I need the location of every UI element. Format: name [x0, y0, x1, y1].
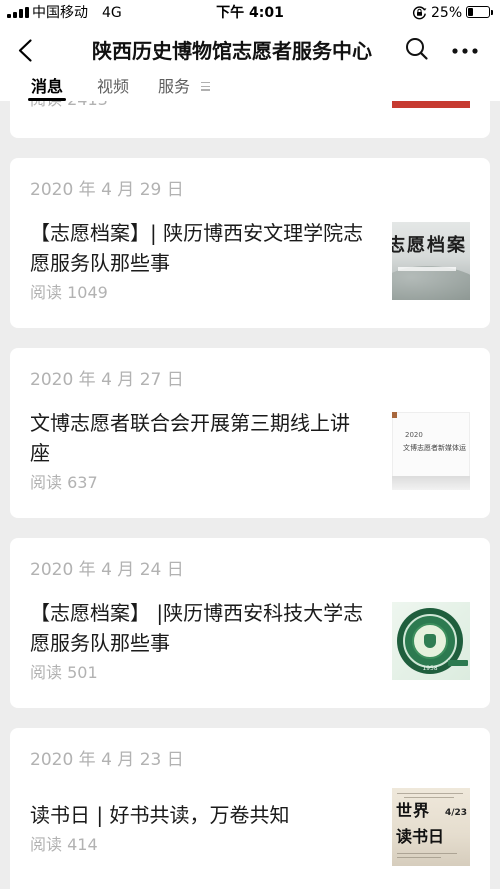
battery-level-fill — [468, 8, 473, 16]
thumbnail-heading-world: 世界 — [396, 801, 431, 820]
seal-core — [412, 622, 448, 659]
seal-year: 1958 — [422, 664, 438, 672]
article-body: 【志愿档案】| 陕历博西安文理学院志愿服务队那些事 阅读 1049 志愿档案 — [30, 218, 470, 303]
thumbnail-landscape — [392, 265, 470, 300]
thumbnail-tag — [448, 659, 468, 666]
menu-icon — [201, 82, 211, 91]
tab-services[interactable]: 服务 — [158, 76, 211, 101]
wechat-account-screen: 阅读 2413 2020 年 4 月 29 日 【志愿档案】| 陕历博西安文理学… — [0, 0, 500, 889]
thumbnail-heading-day: 读书日 — [396, 827, 445, 846]
thumbnail-decor-line — [397, 853, 457, 855]
active-tab-indicator — [28, 98, 67, 101]
page-title: 陕西历史博物馆志愿者服务中心 — [92, 39, 372, 63]
article-thumbnail: 志愿档案 — [392, 221, 470, 300]
chevron-left-icon[interactable] — [10, 35, 40, 65]
article-date: 2020 年 4 月 24 日 — [30, 560, 184, 580]
article-feed[interactable]: 阅读 2413 2020 年 4 月 29 日 【志愿档案】| 陕历博西安文理学… — [10, 0, 490, 889]
article-title: 文博志愿者联合会开展第三期线上讲座 — [30, 411, 350, 465]
article-body: 【志愿档案】 |陕历博西安科技大学志愿服务队那些事 阅读 501 1958 — [30, 598, 470, 683]
battery-icon — [466, 6, 490, 18]
article-thumbnail: 世界 4/23 读书日 — [392, 788, 470, 866]
read-count: 阅读 501 — [30, 663, 98, 682]
thumbnail-corner-mark — [392, 411, 397, 418]
article-card[interactable]: 2020 年 4 月 29 日 【志愿档案】| 陕历博西安文理学院志愿服务队那些… — [10, 158, 490, 328]
network-type: 4G — [102, 5, 122, 21]
article-thumbnail: 2020 文博志愿者新媒体运 — [392, 411, 470, 490]
thumbnail-date: 4/23 — [445, 808, 468, 818]
article-text: 文博志愿者联合会开展第三期线上讲座 阅读 637 — [30, 408, 367, 493]
thumbnail-year: 2020 — [405, 430, 423, 439]
article-date: 2020 年 4 月 27 日 — [30, 370, 184, 390]
status-bar: 中国移动 4G 下午 4:01 25% — [0, 0, 500, 26]
navigation-bar: 陕西历史博物馆志愿者服务中心 — [0, 26, 500, 75]
app-header: 中国移动 4G 下午 4:01 25% 陕西历史博物馆志愿者服务中心 消息 视频… — [0, 0, 500, 101]
article-text: 【志愿档案】 |陕历博西安科技大学志愿服务队那些事 阅读 501 — [30, 598, 367, 683]
article-text: 读书日 | 好书共读，万卷共知 阅读 414 — [30, 800, 367, 855]
article-card[interactable]: 2020 年 4 月 23 日 读书日 | 好书共读，万卷共知 阅读 414 世… — [10, 728, 490, 889]
more-icon[interactable] — [450, 41, 480, 61]
article-card[interactable]: 2020 年 4 月 27 日 文博志愿者联合会开展第三期线上讲座 阅读 637… — [10, 348, 490, 518]
clock: 下午 4:01 — [216, 5, 284, 21]
battery-percentage: 25% — [431, 5, 463, 21]
read-count: 阅读 637 — [30, 473, 98, 492]
tab-bar: 消息 视频 服务 — [0, 75, 500, 101]
article-title: 【志愿档案】 |陕历博西安科技大学志愿服务队那些事 — [30, 601, 364, 655]
tab-videos[interactable]: 视频 — [97, 76, 129, 101]
read-count: 阅读 414 — [30, 834, 98, 854]
thumbnail-decor-line — [397, 793, 463, 795]
article-body: 读书日 | 好书共读，万卷共知 阅读 414 世界 4/23 读书日 — [30, 788, 470, 866]
read-count: 阅读 1049 — [30, 283, 108, 302]
tab-label: 消息 — [31, 77, 64, 96]
article-date: 2020 年 4 月 29 日 — [30, 180, 184, 200]
battery-nub — [491, 10, 493, 15]
seal-emblem — [424, 633, 436, 648]
thumbnail-decor-line — [404, 797, 454, 799]
search-icon[interactable] — [404, 35, 430, 61]
thumbnail-footer-band — [392, 475, 470, 490]
carrier-name: 中国移动 — [32, 5, 88, 21]
article-date: 2020 年 4 月 23 日 — [30, 750, 184, 770]
tab-messages[interactable]: 消息 — [28, 76, 67, 101]
thumbnail-caption-strip — [398, 266, 456, 271]
article-title: 【志愿档案】| 陕历博西安文理学院志愿服务队那些事 — [30, 221, 364, 275]
tab-label: 服务 — [158, 77, 191, 96]
signal-icon — [7, 6, 29, 18]
article-title: 读书日 | 好书共读，万卷共知 — [30, 802, 290, 827]
article-card[interactable]: 2020 年 4 月 24 日 【志愿档案】 |陕历博西安科技大学志愿服务队那些… — [10, 538, 490, 708]
article-body: 文博志愿者联合会开展第三期线上讲座 阅读 637 2020 文博志愿者新媒体运 — [30, 408, 470, 493]
thumbnail-caption: 文博志愿者新媒体运 — [403, 443, 466, 452]
article-thumbnail: 1958 — [392, 601, 470, 680]
article-text: 【志愿档案】| 陕历博西安文理学院志愿服务队那些事 阅读 1049 — [30, 218, 367, 303]
thumbnail-calligraphy: 志愿档案 — [392, 234, 467, 256]
thumbnail-decor-line — [397, 857, 441, 859]
rotation-lock-icon — [412, 6, 427, 20]
tab-label: 视频 — [97, 77, 130, 96]
